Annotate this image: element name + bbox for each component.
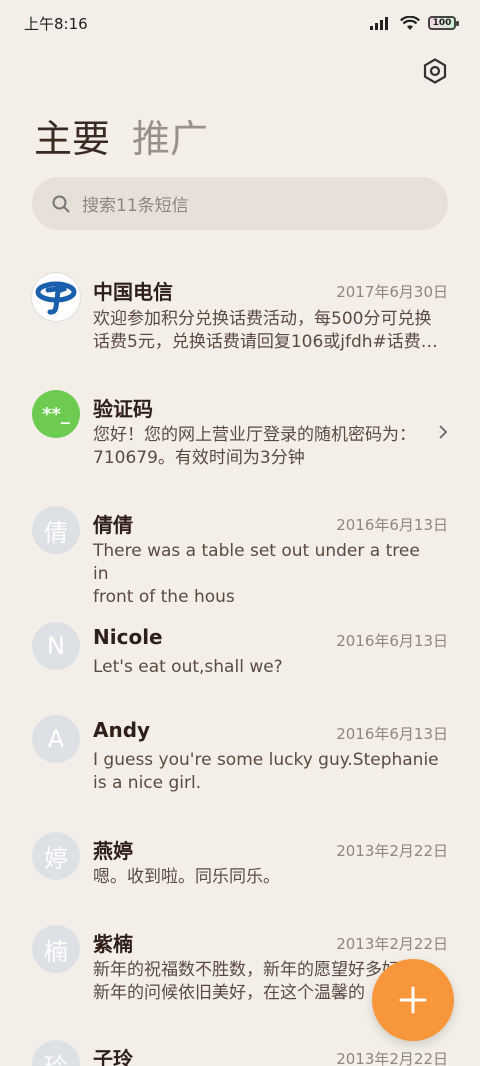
message-preview: There was a table set out under a tree i… <box>93 540 440 609</box>
avatar: 倩 <box>32 506 80 554</box>
message-date: 2017年6月30日 <box>336 283 448 301</box>
message-date: 2013年2月22日 <box>336 1050 448 1066</box>
list-item[interactable]: 中国电信 2017年6月30日 欢迎参加积分兑换话费活动，每500分可兑换 话费… <box>0 260 480 370</box>
message-date: 2013年2月22日 <box>336 935 448 953</box>
search-input[interactable]: 搜索11条短信 <box>32 177 448 230</box>
search-placeholder: 搜索11条短信 <box>82 196 189 216</box>
list-item[interactable]: 倩 倩倩 2016年6月13日 There was a table set ou… <box>0 496 480 607</box>
avatar <box>32 273 80 321</box>
sender-name: 验证码 <box>93 397 153 421</box>
sender-name: Andy <box>93 718 151 742</box>
avatar: 婷 <box>32 832 80 880</box>
message-date: 2013年2月22日 <box>336 842 448 860</box>
preview-line: I guess you're some lucky guy.Stephanie <box>93 750 439 770</box>
wifi-icon <box>400 15 420 30</box>
avatar: 玲 <box>32 1040 80 1066</box>
list-item[interactable]: 婷 燕婷 2013年2月22日 嗯。收到啦。同乐同乐。 <box>0 822 480 902</box>
preview-line: front of the hous <box>93 587 235 607</box>
avatar: A <box>32 715 80 763</box>
signal-icon <box>370 17 388 30</box>
list-item[interactable]: A Andy 2016年6月13日 I guess you're some lu… <box>0 705 480 805</box>
preview-line: 710679。有效时间为3分钟 <box>93 448 305 468</box>
list-item[interactable]: **_ 验证码 您好！您的网上营业厅登录的随机密码为： 710679。有效时间为… <box>0 380 480 480</box>
preview-line: 欢迎参加积分兑换话费活动，每500分可兑换 <box>93 309 432 329</box>
sender-name: 紫楠 <box>93 932 133 956</box>
search-icon <box>52 195 70 212</box>
new-message-button[interactable] <box>372 959 454 1041</box>
tab-promo[interactable]: 推广 <box>132 108 208 163</box>
status-icons: 100 <box>370 15 459 31</box>
avatar: N <box>32 622 80 670</box>
avatar: **_ <box>32 390 80 438</box>
sender-name: 倩倩 <box>93 513 133 537</box>
status-time: 上午8:16 <box>24 14 88 33</box>
status-bar: 上午8:16 100 <box>0 0 480 46</box>
sender-name: Nicole <box>93 625 163 649</box>
avatar: 楠 <box>32 925 80 973</box>
message-preview: 欢迎参加积分兑换话费活动，每500分可兑换 话费5元，兑换话费请回复106或jf… <box>93 308 440 354</box>
plus-icon <box>399 986 427 1014</box>
preview-line: 您好！您的网上营业厅登录的随机密码为： <box>93 425 416 445</box>
sender-name: 中国电信 <box>93 280 173 304</box>
message-preview: 嗯。收到啦。同乐同乐。 <box>93 866 440 889</box>
sender-name: 燕婷 <box>93 839 133 863</box>
battery-icon: 100 <box>428 16 459 30</box>
settings-hexagon-icon <box>423 58 447 84</box>
preview-line: Let's eat out,shall we? <box>93 657 283 677</box>
message-date: 2016年6月13日 <box>336 516 448 534</box>
chevron-right-icon[interactable] <box>436 425 450 439</box>
message-preview: 您好！您的网上营业厅登录的随机密码为： 710679。有效时间为3分钟 <box>93 424 424 470</box>
message-preview: I guess you're some lucky guy.Stephanie … <box>93 749 440 795</box>
tab-main[interactable]: 主要 <box>34 108 110 163</box>
message-date: 2016年6月13日 <box>336 725 448 743</box>
china-telecom-logo-icon <box>35 281 77 315</box>
list-item[interactable]: N Nicole 2016年6月13日 Let's eat out,shall … <box>0 612 480 692</box>
preview-line: is a nice girl. <box>93 773 202 793</box>
category-tabs: 主要 推广 <box>34 108 208 163</box>
preview-line: 嗯。收到啦。同乐同乐。 <box>93 867 280 887</box>
message-date: 2016年6月13日 <box>336 632 448 650</box>
settings-button[interactable] <box>418 54 452 88</box>
preview-line: 话费5元，兑换话费请回复106或jfdh#话费… <box>93 332 438 352</box>
sender-name: 子玲 <box>93 1047 133 1066</box>
preview-line: There was a table set out under a tree i… <box>93 541 420 584</box>
message-preview: Let's eat out,shall we? <box>93 656 440 679</box>
